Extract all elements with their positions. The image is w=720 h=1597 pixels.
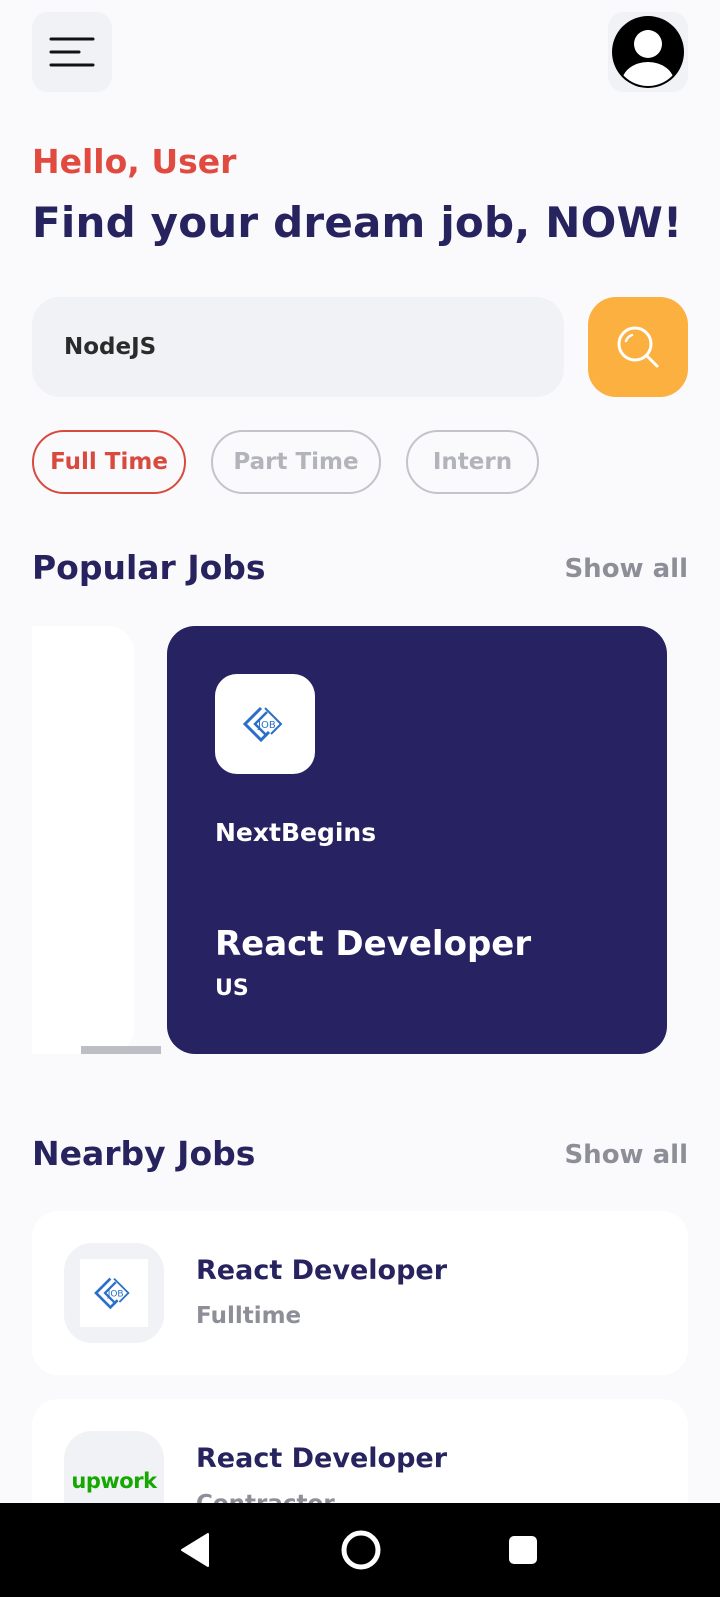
nearby-jobs-title: Nearby Jobs xyxy=(32,1134,256,1173)
search-button[interactable] xyxy=(588,297,688,397)
job-logo-icon: JOB xyxy=(242,706,283,743)
filter-chip-part-time[interactable]: Part Time xyxy=(211,430,381,494)
nearby-job-card[interactable]: JOB React Developer Fulltime xyxy=(32,1211,688,1375)
job-logo-icon: JOB xyxy=(94,1277,130,1310)
recents-square-icon xyxy=(509,1536,537,1564)
job-title: React Developer xyxy=(215,924,532,964)
hamburger-menu-icon xyxy=(49,37,95,67)
svg-text:JOB: JOB xyxy=(257,720,276,731)
nearby-job-title: React Developer xyxy=(196,1255,448,1286)
upwork-logo: upwork xyxy=(71,1469,157,1493)
back-button[interactable] xyxy=(148,1503,242,1597)
filter-chip-intern[interactable]: Intern xyxy=(406,430,539,494)
company-name: NextBegins xyxy=(215,818,377,847)
user-avatar-icon xyxy=(612,16,684,88)
popular-job-card-previous[interactable] xyxy=(32,626,134,1054)
profile-button[interactable] xyxy=(608,12,688,92)
home-circle-icon xyxy=(341,1530,381,1570)
nearby-job-title: React Developer xyxy=(196,1443,448,1474)
search-input[interactable] xyxy=(64,297,534,397)
nearby-company-logo: JOB xyxy=(64,1243,164,1343)
company-logo: JOB xyxy=(215,674,315,774)
nearby-job-type: Fulltime xyxy=(196,1303,302,1329)
menu-button[interactable] xyxy=(32,12,112,92)
search-box xyxy=(32,297,564,397)
popular-job-card[interactable]: JOB NextBegins React Developer US xyxy=(167,626,667,1054)
home-button[interactable] xyxy=(314,1503,408,1597)
search-icon xyxy=(617,326,659,368)
svg-text:JOB: JOB xyxy=(107,1290,124,1300)
carousel-scroll-indicator xyxy=(81,1046,161,1054)
popular-jobs-title: Popular Jobs xyxy=(32,548,266,587)
job-location: US xyxy=(215,976,249,1001)
popular-show-all-link[interactable]: Show all xyxy=(564,554,688,584)
system-navigation-bar xyxy=(0,1503,720,1597)
app-screen: Hello, User Find your dream job, NOW! Fu… xyxy=(0,0,720,1597)
back-triangle-icon xyxy=(181,1533,209,1567)
greeting-text: Hello, User xyxy=(32,142,237,181)
filter-chip-full-time[interactable]: Full Time xyxy=(32,430,186,494)
page-headline: Find your dream job, NOW! xyxy=(32,198,683,247)
recents-button[interactable] xyxy=(476,1503,570,1597)
nearby-show-all-link[interactable]: Show all xyxy=(564,1140,688,1170)
